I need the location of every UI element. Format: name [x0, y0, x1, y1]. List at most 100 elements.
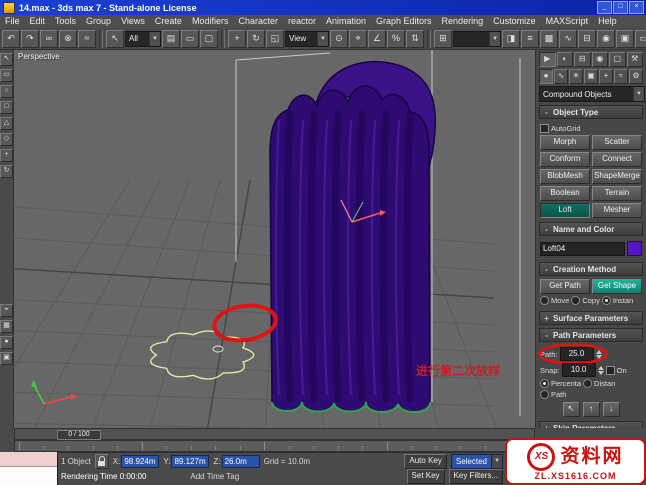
set-key-button[interactable]: Set Key	[406, 468, 445, 484]
select-and-link-icon[interactable]: ∞	[40, 29, 58, 48]
object-type-blobmesh[interactable]: BlobMesh	[540, 169, 590, 184]
key-filters-button[interactable]: Key Filters...	[448, 468, 503, 484]
track-bar[interactable]	[14, 440, 535, 452]
object-type-shapemerge[interactable]: ShapeMerge	[592, 169, 642, 184]
object-type-connect[interactable]: Connect	[592, 152, 642, 167]
macro-recorder-pane[interactable]	[0, 452, 57, 467]
maximize-button[interactable]: □	[613, 1, 628, 14]
menu-group[interactable]: Group	[81, 15, 116, 28]
menu-create[interactable]: Create	[150, 15, 187, 28]
menu-modifiers[interactable]: Modifiers	[187, 15, 234, 28]
subtab-lights-icon[interactable]: ☀	[569, 69, 583, 84]
triangle-tool-icon[interactable]: △	[0, 117, 13, 130]
add-tool-icon[interactable]: +	[0, 149, 13, 162]
tab-modify-icon[interactable]: ◐	[556, 52, 573, 67]
select-object-icon[interactable]: ↖	[106, 29, 124, 48]
snap-toggle-icon[interactable]: ⌖	[349, 29, 367, 48]
curve-editor-icon[interactable]: ∿	[559, 29, 577, 48]
object-type-terrain[interactable]: Terrain	[592, 186, 642, 201]
menu-animation[interactable]: Animation	[321, 15, 371, 28]
menu-file[interactable]: File	[0, 15, 25, 28]
square-tool-icon[interactable]: □	[0, 101, 13, 114]
subtab-systems-icon[interactable]: ⚙	[629, 69, 643, 84]
rollout-header-surface-parameters[interactable]: + Surface Parameters	[539, 311, 643, 325]
render-scene-icon[interactable]: ▣	[616, 29, 634, 48]
select-and-scale-icon[interactable]: ◱	[266, 29, 284, 48]
dot-tool-icon[interactable]: ●	[0, 336, 13, 349]
time-slider-handle[interactable]: 0 / 100	[57, 430, 101, 440]
select-and-move-icon[interactable]: +	[228, 29, 246, 48]
menu-customize[interactable]: Customize	[488, 15, 541, 28]
spinner-snap-icon[interactable]: ⇅	[406, 29, 424, 48]
x-value[interactable]: 98.924m	[121, 454, 160, 468]
selection-filter-dropdown[interactable]: All ▼	[125, 30, 161, 47]
object-name-field[interactable]: Loft04	[540, 241, 625, 256]
title-bar[interactable]: 14.max - 3ds max 7 - Stand-alone License…	[0, 0, 646, 15]
viewport[interactable]: Perspective 进行第二次放样	[14, 50, 535, 428]
circle-tool-icon[interactable]: ○	[0, 85, 13, 98]
angle-snap-icon[interactable]: ∠	[368, 29, 386, 48]
previous-shape-icon[interactable]: ↑	[582, 402, 600, 417]
align-icon[interactable]: ≡	[521, 29, 539, 48]
object-color-swatch[interactable]	[627, 241, 642, 256]
menu-maxscript[interactable]: MAXScript	[541, 15, 594, 28]
percentage-radio[interactable]	[540, 379, 549, 388]
z-value[interactable]: 26.0m	[221, 454, 260, 468]
next-shape-icon[interactable]: ↓	[602, 402, 620, 417]
tab-hierarchy-icon[interactable]: ⊟	[574, 52, 591, 67]
undo-icon[interactable]: ↶	[2, 29, 20, 48]
viewport-label[interactable]: Perspective	[18, 52, 60, 61]
path-value-field[interactable]: 25.0	[559, 347, 594, 361]
menu-edit[interactable]: Edit	[25, 15, 51, 28]
rollout-header-object-type[interactable]: - Object Type	[539, 105, 643, 119]
select-tool-icon[interactable]: ↖	[0, 53, 13, 66]
subtab-geometry-icon[interactable]: ●	[539, 69, 553, 84]
mirror-icon[interactable]: ◨	[502, 29, 520, 48]
x-coordinate[interactable]: X: 98.924m	[113, 454, 160, 468]
menu-views[interactable]: Views	[116, 15, 150, 28]
object-type-morph[interactable]: Morph	[540, 135, 590, 150]
path-steps-radio[interactable]	[540, 390, 549, 399]
layer-manager-icon[interactable]: ▩	[540, 29, 558, 48]
object-type-boolean[interactable]: Boolean	[540, 186, 590, 201]
rollout-header-name-color[interactable]: - Name and Color	[539, 222, 643, 236]
object-type-loft[interactable]: Loft	[540, 203, 590, 218]
pick-shape-icon[interactable]: ↖	[562, 402, 580, 417]
edit-named-selections-icon[interactable]: ⊞	[434, 29, 452, 48]
selection-region-icon[interactable]: ▭	[181, 29, 199, 48]
autogrid-checkbox[interactable]	[540, 124, 549, 133]
snap-on-checkbox[interactable]	[605, 365, 615, 375]
rotate-tool-icon[interactable]: ↻	[0, 165, 13, 178]
object-type-scatter[interactable]: Scatter	[592, 135, 642, 150]
menu-character[interactable]: Character	[233, 15, 283, 28]
close-button[interactable]: ×	[629, 1, 644, 14]
auto-key-button[interactable]: Auto Key	[404, 453, 447, 469]
tab-create-icon[interactable]: ▶	[539, 52, 556, 67]
z-coordinate[interactable]: Z: 26.0m	[213, 454, 260, 468]
object-type-mesher[interactable]: Mesher	[592, 203, 642, 218]
add-time-tag[interactable]: Add Time Tag	[190, 472, 239, 481]
subtab-shapes-icon[interactable]: ∿	[554, 69, 568, 84]
rollout-header-creation-method[interactable]: - Creation Method	[539, 262, 643, 276]
unlink-selection-icon[interactable]: ⊗	[59, 29, 77, 48]
box-tool-icon[interactable]: ▣	[0, 352, 13, 365]
material-editor-icon[interactable]: ◉	[597, 29, 615, 48]
move-radio[interactable]	[540, 296, 549, 305]
named-selection-dropdown[interactable]: ▼	[453, 30, 501, 47]
use-center-icon[interactable]: ⊙	[330, 29, 348, 48]
tab-display-icon[interactable]: ▢	[609, 52, 626, 67]
menu-help[interactable]: Help	[593, 15, 622, 28]
menu-graph-editors[interactable]: Graph Editors	[371, 15, 437, 28]
minimize-button[interactable]: _	[597, 1, 612, 14]
menu-tools[interactable]: Tools	[50, 15, 81, 28]
redo-icon[interactable]: ↷	[21, 29, 39, 48]
maxscript-mini-listener[interactable]	[0, 452, 58, 485]
selection-set-dropdown[interactable]: Selected ▼	[450, 453, 503, 469]
select-and-rotate-icon[interactable]: ↻	[247, 29, 265, 48]
menu-reactor[interactable]: reactor	[283, 15, 321, 28]
tab-utilities-icon[interactable]: ⚒	[626, 52, 643, 67]
selection-lock-icon[interactable]	[94, 453, 109, 469]
copy-radio[interactable]	[571, 296, 581, 305]
listener-pane[interactable]	[0, 467, 57, 485]
region-tool-icon[interactable]: ▭	[0, 69, 13, 82]
